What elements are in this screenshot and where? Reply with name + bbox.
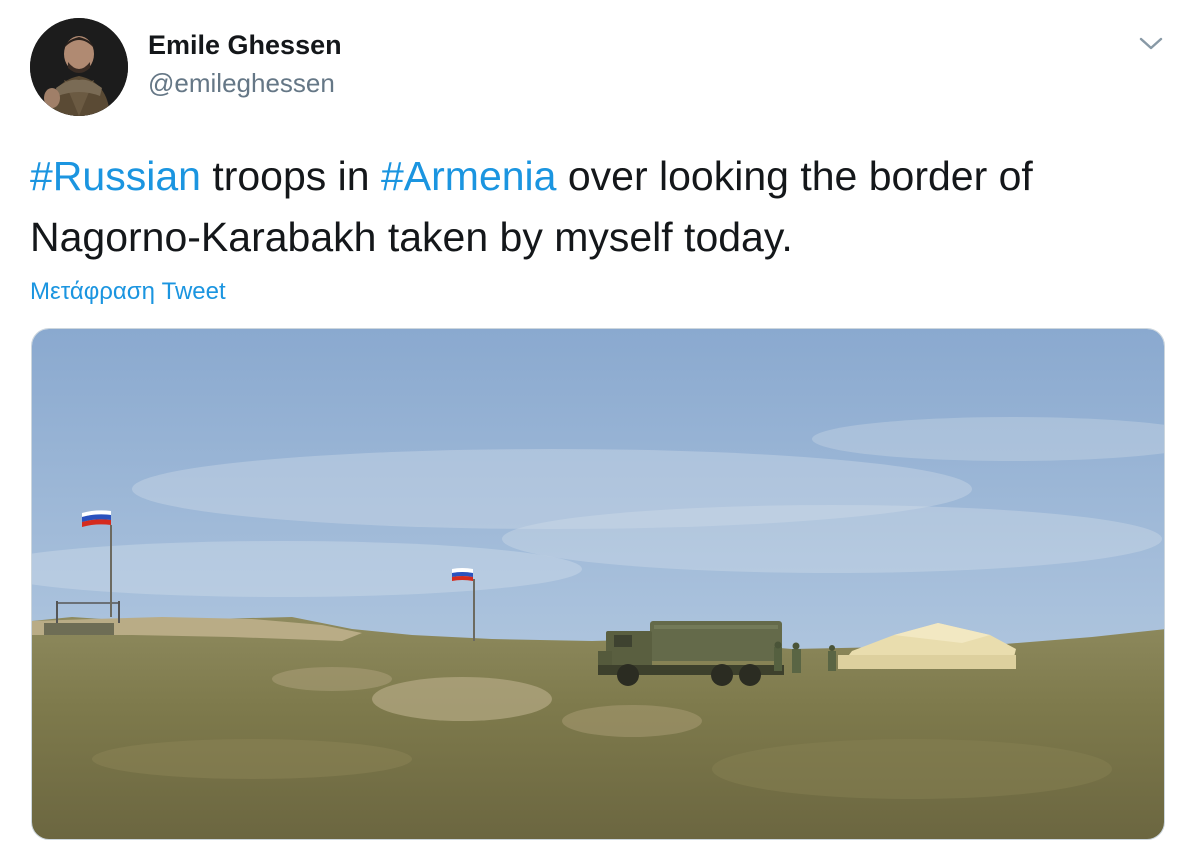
- tweet-text-part: troops in: [200, 153, 381, 199]
- chevron-down-icon[interactable]: [1136, 30, 1166, 56]
- hashtag-russian[interactable]: #Russian: [30, 153, 201, 199]
- author-avatar[interactable]: [30, 18, 128, 116]
- tweet-card: Emile Ghessen @emileghessen #Russian tro…: [0, 0, 1188, 848]
- landscape-photo: [32, 329, 1164, 839]
- avatar-image: [30, 18, 128, 116]
- tweet-text: #Russian troops in #Armenia over looking…: [30, 146, 1160, 268]
- tweet-photo[interactable]: [31, 328, 1165, 840]
- translate-tweet-link[interactable]: Μετάφραση Tweet: [30, 276, 226, 308]
- author-handle[interactable]: @emileghessen: [148, 66, 335, 100]
- author-name[interactable]: Emile Ghessen: [148, 28, 342, 62]
- hashtag-armenia[interactable]: #Armenia: [381, 153, 556, 199]
